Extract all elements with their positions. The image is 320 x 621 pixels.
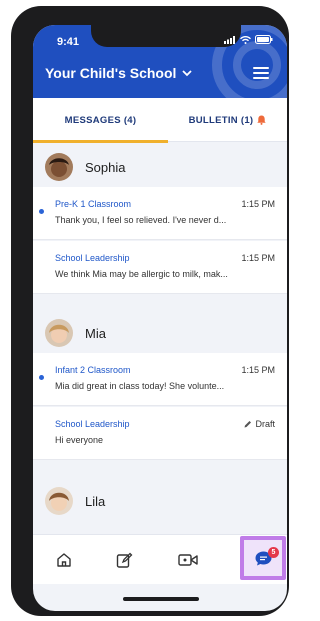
message-time: 1:15 PM: [241, 365, 275, 375]
tab-bar: MESSAGES (4) BULLETIN (1): [33, 98, 287, 143]
avatar: [45, 319, 73, 347]
message-preview: Hi everyone: [55, 435, 104, 445]
school-selector[interactable]: Your Child's School: [45, 65, 193, 81]
wifi-icon: [240, 35, 251, 44]
home-icon: [57, 553, 71, 567]
compose-icon: [116, 552, 132, 568]
tab-bulletin[interactable]: BULLETIN (1): [168, 98, 287, 142]
message-row[interactable]: School Leadership 1:15 PM We think Mia m…: [33, 241, 287, 294]
message-draft-status: Draft: [244, 419, 275, 429]
bell-icon: [257, 115, 267, 125]
unread-count-badge: 5: [268, 547, 279, 558]
phone-frame: 9:41 Your Child's School MESSAGES (4) BU…: [11, 6, 289, 616]
contact-name: Mia: [85, 325, 106, 341]
draft-label: Draft: [255, 419, 275, 429]
app-screen: 9:41 Your Child's School MESSAGES (4) BU…: [33, 25, 287, 611]
message-preview: We think Mia may be allergic to milk, ma…: [55, 269, 228, 279]
contact-name: Lila: [85, 493, 106, 509]
contact-header: Sophia: [33, 147, 287, 187]
tab-bulletin-label: BULLETIN (1): [188, 114, 254, 126]
hamburger-menu-icon[interactable]: [253, 67, 269, 79]
message-sender: Pre-K 1 Classroom: [55, 199, 132, 209]
status-time: 9:41: [57, 36, 80, 48]
contact-header: Lila: [33, 481, 287, 521]
contact-header: Mia: [33, 313, 287, 353]
phone-notch: [91, 25, 241, 47]
app-header: 9:41 Your Child's School: [33, 25, 287, 98]
message-time: 1:15 PM: [241, 253, 275, 263]
message-sender: School Leadership: [55, 253, 130, 263]
nav-video-button[interactable]: [173, 545, 203, 575]
school-name: Your Child's School: [45, 65, 177, 81]
status-icons: [224, 35, 273, 44]
contact-name: Sophia: [85, 159, 126, 175]
message-sender: Infant 2 Classroom: [55, 365, 131, 375]
message-row[interactable]: Pre-K 1 Classroom 1:15 PM Thank you, I f…: [33, 187, 287, 240]
avatar: [45, 153, 73, 181]
battery-icon: [255, 35, 273, 44]
message-row[interactable]: Infant 2 Classroom 1:15 PM Mia did great…: [33, 353, 287, 406]
unread-indicator: [39, 375, 44, 380]
message-row[interactable]: School Leadership Draft Hi everyone: [33, 407, 287, 460]
nav-home-button[interactable]: [49, 545, 79, 575]
chevron-down-icon: [182, 69, 193, 76]
unread-indicator: [39, 209, 44, 214]
signal-icon: [224, 35, 235, 44]
home-indicator: [123, 597, 199, 601]
avatar: [45, 487, 73, 515]
message-preview: Thank you, I feel so relieved. I've neve…: [55, 215, 227, 225]
pencil-icon: [244, 421, 252, 428]
tab-messages[interactable]: MESSAGES (4): [33, 98, 168, 143]
bottom-navigation: 5: [33, 534, 287, 584]
message-preview: Mia did great in class today! She volunt…: [55, 381, 225, 391]
tab-messages-label: MESSAGES (4): [64, 114, 137, 126]
message-sender: School Leadership: [55, 419, 130, 429]
nav-compose-button[interactable]: [109, 545, 139, 575]
nav-messages-button[interactable]: 5: [240, 536, 286, 580]
message-time: 1:15 PM: [241, 199, 275, 209]
video-icon: [178, 554, 198, 566]
